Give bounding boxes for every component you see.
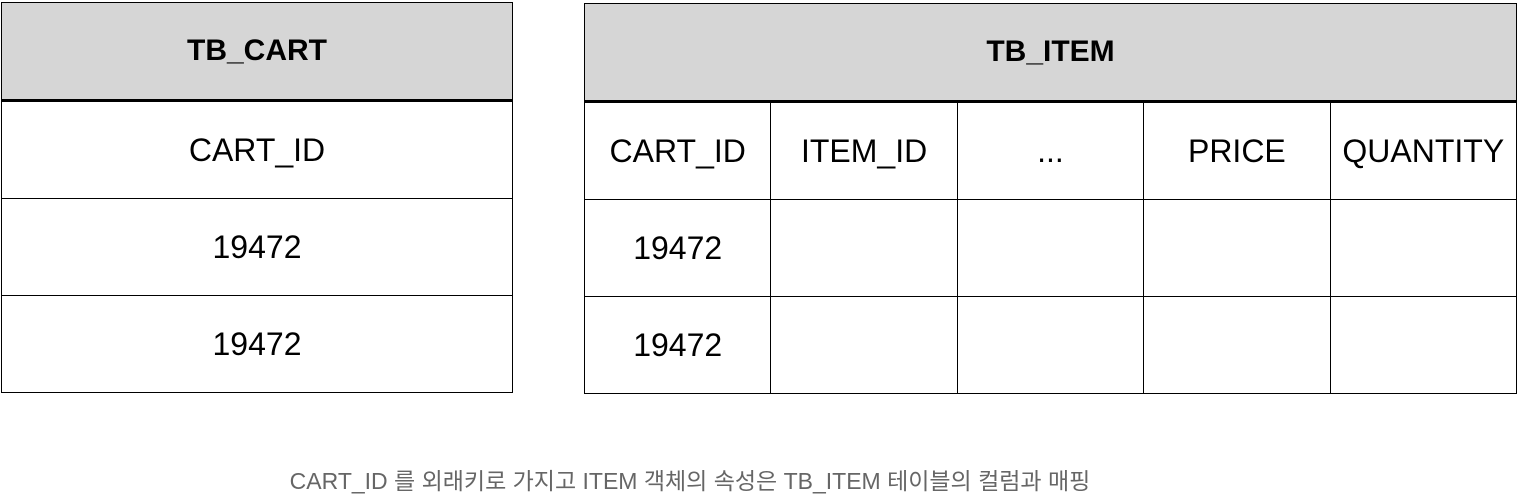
tb-item-cell [770, 199, 958, 297]
tb-item-cell [956, 296, 1145, 394]
tb-item-cell [1143, 296, 1331, 394]
tb-item-row: 19472 [583, 199, 1518, 297]
tb-item-cell: 19472 [583, 199, 772, 297]
diagram-caption: CART_ID 를 외래키로 가지고 ITEM 객체의 속성은 TB_ITEM … [289, 468, 1091, 494]
tb-item-cell [1329, 296, 1518, 394]
tb-cart-title: TB_CART [1, 2, 513, 102]
tb-item-cell [956, 199, 1145, 297]
tb-item-column-header: ... [956, 101, 1145, 200]
tb-cart-table: TB_CART CART_ID 19472 19472 [1, 2, 513, 393]
tb-item-column-header: QUANTITY [1329, 101, 1518, 200]
tb-item-table: TB_ITEM CART_ID ITEM_ID ... PRICE QUANTI… [583, 3, 1518, 394]
tb-cart-cell: 19472 [1, 198, 513, 296]
tb-item-cell: 19472 [583, 296, 772, 394]
tb-item-cell [1143, 199, 1331, 297]
tb-item-title: TB_ITEM [584, 3, 1517, 103]
tb-item-column-header: CART_ID [583, 101, 772, 200]
tb-cart-column-header: CART_ID [1, 100, 513, 199]
tb-cart-cell: 19472 [1, 295, 513, 393]
tb-item-cell [1329, 199, 1518, 297]
tb-item-cell [770, 296, 958, 394]
tb-item-row: 19472 [583, 296, 1518, 394]
tb-item-column-header: PRICE [1143, 101, 1331, 200]
tb-item-column-header: ITEM_ID [770, 101, 958, 200]
